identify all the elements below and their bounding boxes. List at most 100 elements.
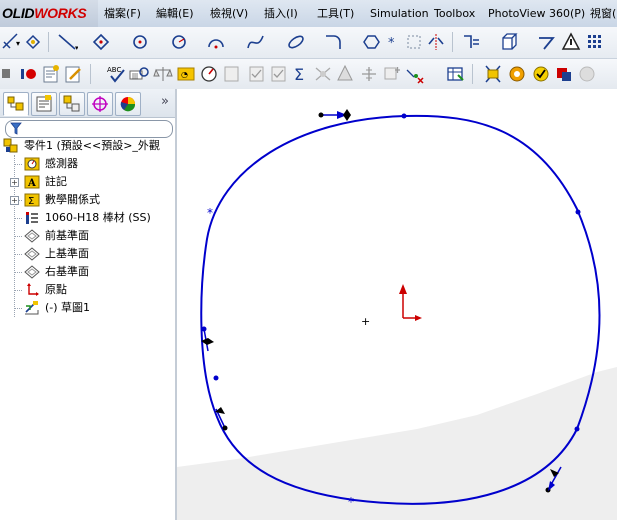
tree-item-label: 數學關係式: [45, 193, 100, 206]
filter-input[interactable]: [5, 120, 173, 138]
section-icon[interactable]: [334, 62, 356, 86]
plane-icon: [24, 264, 40, 280]
feature-manager-panel: » 零件1 (預設<<預設>_外觀 感測器 + A 註記 + Σ 數學關係式 1…: [0, 89, 177, 520]
sensor-toolbar-icon[interactable]: ◔: [175, 62, 197, 86]
photoview-icon[interactable]: [530, 62, 552, 86]
menu-tools[interactable]: 工具(T): [317, 0, 354, 27]
tree-item-material[interactable]: 1060-H18 棒材 (SS): [0, 209, 175, 227]
solidworks-logo[interactable]: OLIDWORKS: [0, 0, 98, 27]
sketch-viewport[interactable]: * * +: [177, 89, 617, 520]
tree-item-label: (-) 草圖1: [45, 301, 91, 314]
ellipse-icon[interactable]: [285, 30, 307, 54]
performance-icon[interactable]: [198, 62, 220, 86]
menu-photoview[interactable]: PhotoView 360(P): [488, 0, 585, 27]
warning-icon[interactable]: [560, 30, 582, 54]
measure-icon[interactable]: |||: [128, 62, 150, 86]
render-icon[interactable]: [482, 62, 504, 86]
expand-toggle[interactable]: +: [10, 196, 19, 205]
checkbox-2-icon[interactable]: [246, 62, 268, 86]
tree-item-equations[interactable]: + Σ 數學關係式: [0, 191, 175, 209]
table-icon[interactable]: [444, 62, 466, 86]
spline-midpoint[interactable]: *: [348, 495, 354, 509]
svg-text:◔: ◔: [181, 70, 188, 79]
circle-icon[interactable]: [130, 30, 152, 54]
settings-icon[interactable]: [576, 62, 598, 86]
sketch-icon: [24, 300, 40, 316]
balance-icon[interactable]: [152, 62, 174, 86]
edit-sheet-icon[interactable]: [62, 62, 84, 86]
add-relation-icon[interactable]: [381, 62, 403, 86]
part-icon: [3, 138, 19, 154]
sensor-icon: [24, 156, 40, 172]
feature-manager-tab[interactable]: [3, 92, 29, 116]
tree-item-top-plane[interactable]: 上基準面: [0, 245, 175, 263]
plane-icon: [24, 228, 40, 244]
tree-root-label: 零件1 (預設<<預設>_外觀: [24, 139, 160, 152]
spline-icon[interactable]: [245, 30, 267, 54]
svg-text:Σ: Σ: [28, 196, 34, 207]
construction-icon[interactable]: [403, 30, 425, 54]
checkbox-icon[interactable]: [221, 62, 243, 86]
menu-file[interactable]: 檔案(F): [104, 0, 141, 27]
dimxpert-tab[interactable]: [87, 92, 113, 116]
checkbox-3-icon[interactable]: [268, 62, 290, 86]
rectangle-icon[interactable]: [90, 30, 112, 54]
origin-icon: [24, 282, 40, 298]
tree-root-part[interactable]: 零件1 (預設<<預設>_外觀: [0, 137, 175, 155]
trim-icon[interactable]: [536, 30, 558, 54]
color-icon[interactable]: [553, 62, 575, 86]
grid-icon[interactable]: [584, 30, 606, 54]
graphics-area[interactable]: * * +: [177, 89, 617, 520]
tree-item-annotations[interactable]: + A 註記: [0, 173, 175, 191]
tree-item-front-plane[interactable]: 前基準面: [0, 227, 175, 245]
svg-text:▾: ▾: [16, 39, 20, 48]
tree-item-origin[interactable]: 原點: [0, 281, 175, 299]
menu-simulation[interactable]: Simulation: [370, 0, 429, 27]
new-sheet-icon[interactable]: [40, 62, 62, 86]
appearance-icon[interactable]: [506, 62, 528, 86]
smart-dimension-icon[interactable]: ▾: [0, 30, 22, 54]
mirror-icon[interactable]: [425, 30, 447, 54]
spell-check-icon[interactable]: ABC: [106, 62, 128, 86]
tangent-handle[interactable]: [318, 109, 352, 121]
menu-toolbox[interactable]: Toolbox: [434, 0, 475, 27]
svg-text:▾: ▾: [75, 44, 78, 52]
menu-edit[interactable]: 編輯(E): [156, 0, 194, 27]
panel-tabs: »: [0, 89, 175, 118]
collapse-panel-button[interactable]: »: [158, 94, 172, 110]
logo-prefix: OLID: [2, 5, 35, 21]
polygon-icon[interactable]: [360, 30, 382, 54]
fillet-icon[interactable]: [322, 30, 344, 54]
spline-point[interactable]: [401, 113, 407, 119]
property-manager-tab[interactable]: [31, 92, 57, 116]
offset-icon[interactable]: [460, 30, 482, 54]
dimension-icon[interactable]: [22, 30, 44, 54]
circle-draw-icon[interactable]: [168, 30, 190, 54]
spline-point[interactable]: [575, 209, 581, 215]
menu-insert[interactable]: 插入(I): [264, 0, 298, 27]
arc-icon[interactable]: [205, 30, 227, 54]
annotation-icon: A: [24, 174, 40, 190]
line-icon[interactable]: ▾: [56, 30, 78, 54]
record-macro-icon[interactable]: [18, 62, 40, 86]
check-sketch-icon[interactable]: [404, 62, 426, 86]
origin-triad: [399, 284, 422, 321]
tree-item-label: 1060-H18 棒材 (SS): [45, 211, 151, 224]
point-icon[interactable]: *: [382, 30, 404, 54]
configuration-manager-tab[interactable]: [59, 92, 85, 116]
view-box-icon[interactable]: [498, 30, 520, 54]
spline-midpoint[interactable]: *: [207, 206, 213, 220]
menu-window[interactable]: 視窗(: [590, 0, 616, 27]
tree-item-sketch[interactable]: (-) 草圖1: [0, 299, 175, 317]
mass-properties-icon[interactable]: [312, 62, 334, 86]
material-icon: [24, 210, 40, 226]
spline-point[interactable]: [213, 375, 219, 381]
menu-view[interactable]: 檢視(V): [210, 0, 248, 27]
expand-toggle[interactable]: +: [10, 178, 19, 187]
tree-item-sensors[interactable]: 感測器: [0, 155, 175, 173]
spline-point[interactable]: [574, 426, 580, 432]
display-manager-tab[interactable]: [115, 92, 141, 116]
tree-item-right-plane[interactable]: 右基準面: [0, 263, 175, 281]
relations-icon[interactable]: [358, 62, 380, 86]
sum-icon[interactable]: Σ: [290, 62, 312, 86]
